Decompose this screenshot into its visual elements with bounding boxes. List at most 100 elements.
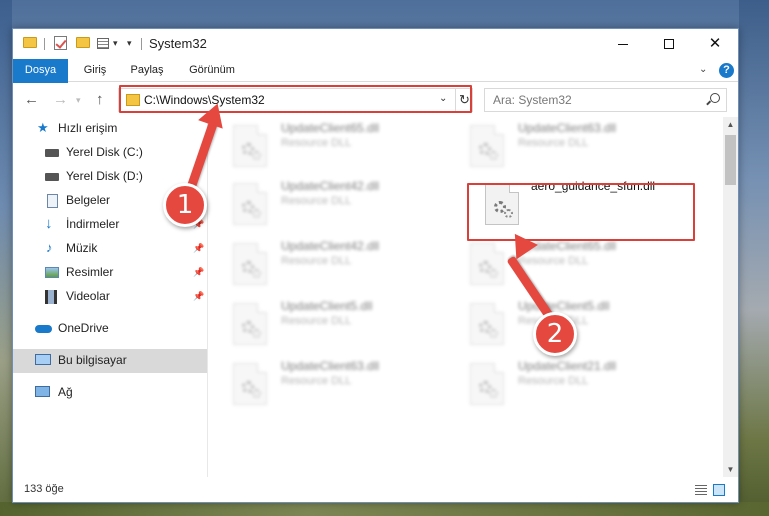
sidebar-item-label: Hızlı erişim — [58, 121, 118, 135]
search-icon[interactable] — [710, 93, 720, 103]
pane-divider[interactable] — [207, 117, 208, 477]
folder-icon — [23, 37, 37, 48]
pin-icon[interactable]: 📌 — [193, 267, 204, 278]
sidebar-item-music[interactable]: ♪ Müzik 📌 — [13, 237, 207, 261]
file-type: Resource DLL — [518, 255, 589, 267]
customize-toolbar-icon[interactable]: ▾ — [127, 38, 132, 49]
desktop-background-bottom — [0, 502, 769, 516]
ribbon: Dosya Giriş Paylaş Görünüm ⌄ ? — [13, 59, 738, 117]
item-count: 133 öğe — [24, 483, 64, 495]
dll-file-icon — [233, 183, 267, 225]
file-item[interactable]: UpdateClient42.dll Resource DLL — [213, 235, 443, 293]
search-input[interactable]: Ara: System32 — [493, 93, 572, 107]
sidebar-item-label: Ağ — [58, 385, 73, 399]
sidebar-item-pictures[interactable]: Resimler 📌 — [13, 261, 207, 285]
sidebar-item-label: Videolar — [66, 289, 110, 303]
toolbar-separator — [44, 38, 45, 50]
file-item[interactable]: UpdateClient65.dll Resource DLL — [450, 235, 680, 293]
file-item[interactable]: UpdateClient21.dll Resource DLL — [450, 355, 680, 413]
file-item[interactable]: UpdateClient63.dll Resource DLL — [213, 355, 443, 413]
file-type: Resource DLL — [281, 255, 352, 267]
properties-check-icon[interactable] — [54, 36, 67, 50]
maximize-button[interactable] — [646, 29, 692, 59]
documents-icon — [47, 194, 58, 208]
status-bar: 133 öğe — [13, 477, 738, 502]
ribbon-expand-icon[interactable]: ⌄ — [699, 64, 707, 75]
scroll-thumb[interactable] — [725, 135, 736, 185]
file-name: UpdateClient5.dll — [518, 299, 610, 313]
sidebar-item-label: Resimler — [66, 265, 114, 279]
step1-badge: 1 — [163, 183, 207, 227]
file-item[interactable]: UpdateClient5.dll Resource DLL — [213, 295, 443, 353]
pin-icon[interactable]: 📌 — [193, 243, 204, 254]
chevron-down-icon[interactable]: ▾ — [113, 38, 118, 49]
search-box[interactable]: Ara: System32 — [484, 88, 727, 112]
sidebar-item-quick-access[interactable]: ★ Hızlı erişim — [13, 117, 207, 141]
recent-locations-icon[interactable]: ▾ — [76, 95, 81, 106]
back-button[interactable]: ← — [24, 91, 39, 108]
vertical-scrollbar[interactable]: ▲ ▼ — [723, 117, 738, 477]
file-type: Resource DLL — [281, 137, 352, 149]
sidebar-item-onedrive[interactable]: OneDrive — [13, 317, 207, 341]
dll-file-icon — [470, 303, 504, 345]
dll-file-icon — [470, 125, 504, 167]
dll-file-icon — [233, 125, 267, 167]
sidebar-item-network[interactable]: Ağ — [13, 381, 207, 405]
up-button[interactable]: ↑ — [96, 91, 104, 108]
help-icon[interactable]: ? — [719, 63, 734, 78]
tab-home[interactable]: Giriş — [75, 59, 115, 82]
close-icon: ✕ — [708, 35, 722, 52]
computer-icon — [35, 354, 51, 365]
sidebar-item-label: Bu bilgisayar — [58, 353, 127, 367]
tab-share[interactable]: Paylaş — [123, 59, 171, 82]
file-name: UpdateClient65.dll — [281, 121, 380, 135]
drive-icon — [45, 173, 59, 181]
file-item[interactable]: UpdateClient65.dll Resource DLL — [213, 117, 443, 175]
scroll-down-icon[interactable]: ▼ — [723, 462, 738, 477]
sidebar-item-label: Yerel Disk (C:) — [66, 145, 143, 159]
scroll-up-icon[interactable]: ▲ — [723, 117, 738, 132]
large-icons-view-icon[interactable] — [713, 484, 725, 496]
file-type: Resource DLL — [518, 137, 589, 149]
minimize-button[interactable] — [600, 29, 646, 59]
sidebar-item-label: İndirmeler — [66, 217, 120, 231]
file-item[interactable]: UpdateClient63.dll Resource DLL — [450, 117, 680, 175]
file-type: Resource DLL — [281, 315, 352, 327]
sidebar-item-local-disk-c[interactable]: Yerel Disk (C:) — [13, 141, 207, 165]
desktop-background-left — [0, 0, 12, 516]
sidebar-item-label: OneDrive — [58, 321, 109, 335]
music-icon: ♪ — [46, 240, 53, 255]
window-title: System32 — [149, 36, 207, 51]
sidebar-item-label: Müzik — [66, 241, 98, 255]
sidebar-item-videos[interactable]: Videolar 📌 — [13, 285, 207, 309]
quick-access-properties-icon[interactable] — [97, 38, 109, 49]
dll-file-icon — [233, 243, 267, 285]
sidebar-item-label: Yerel Disk (D:) — [66, 169, 143, 183]
cloud-icon — [35, 325, 52, 333]
sidebar-item-label: Belgeler — [66, 193, 111, 207]
step2-badge: 2 — [533, 312, 577, 356]
new-folder-icon[interactable] — [76, 37, 90, 48]
close-button[interactable]: ✕ — [692, 29, 738, 59]
file-list: UpdateClient65.dll Resource DLL UpdateCl… — [213, 117, 723, 477]
network-icon — [35, 386, 50, 397]
file-name: UpdateClient5.dll — [281, 299, 373, 313]
file-type: Resource DLL — [281, 195, 352, 207]
desktop-background-right — [739, 0, 769, 516]
minimize-icon — [618, 43, 628, 45]
file-type: Resource DLL — [281, 375, 352, 387]
address-highlight-box — [119, 85, 472, 113]
pictures-icon — [45, 267, 59, 278]
details-view-icon[interactable] — [695, 485, 707, 495]
download-icon: ↓ — [45, 215, 53, 232]
drive-icon — [45, 149, 59, 157]
file-item[interactable]: UpdateClient42.dll Resource DLL — [213, 175, 443, 233]
dll-file-icon — [470, 243, 504, 285]
dll-file-icon — [470, 363, 504, 405]
sidebar-item-this-pc[interactable]: Bu bilgisayar — [13, 349, 207, 373]
forward-button[interactable]: → — [53, 91, 68, 108]
file-name: UpdateClient63.dll — [518, 121, 617, 135]
title-bar: ▾ ▾ System32 ✕ — [13, 29, 738, 59]
pin-icon[interactable]: 📌 — [193, 291, 204, 302]
tab-view[interactable]: Görünüm — [181, 59, 243, 82]
